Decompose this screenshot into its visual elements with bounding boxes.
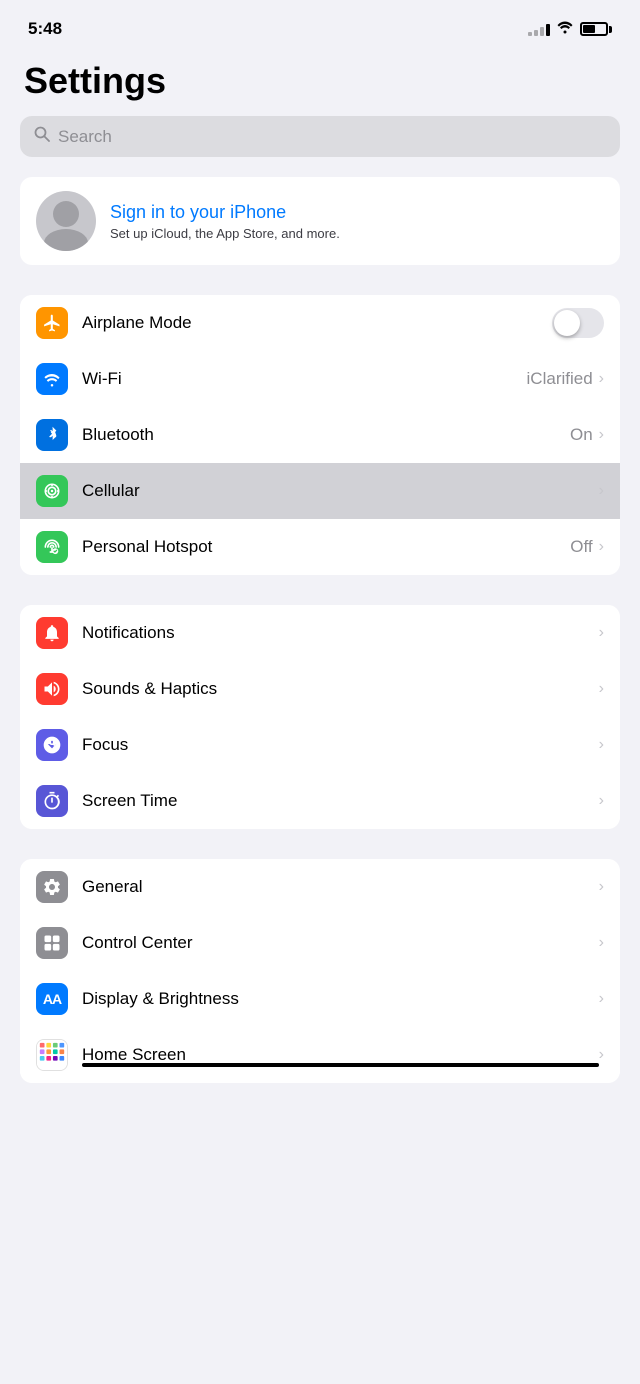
notifications-icon	[36, 617, 68, 649]
focus-icon	[36, 729, 68, 761]
screentime-icon	[36, 785, 68, 817]
airplane-mode-label: Airplane Mode	[82, 313, 552, 333]
wifi-chevron: ›	[599, 370, 604, 388]
page-title: Settings	[0, 50, 640, 116]
notifications-chevron: ›	[599, 624, 604, 642]
wifi-row[interactable]: Wi-Fi iClarified ›	[20, 351, 620, 407]
displaybrightness-label: Display & Brightness	[82, 989, 599, 1009]
search-bar[interactable]: Search	[20, 116, 620, 157]
homescreen-chevron: ›	[599, 1046, 604, 1064]
signal-icon	[528, 22, 550, 36]
cellular-label: Cellular	[82, 481, 599, 501]
hotspot-label: Personal Hotspot	[82, 537, 570, 557]
sounds-row[interactable]: Sounds & Haptics ›	[20, 661, 620, 717]
airplane-mode-toggle[interactable]	[552, 308, 604, 338]
hotspot-chevron: ›	[599, 538, 604, 556]
sounds-chevron: ›	[599, 680, 604, 698]
displaybrightness-icon: AA	[36, 983, 68, 1015]
bluetooth-chevron: ›	[599, 426, 604, 444]
displaybrightness-chevron: ›	[599, 990, 604, 1008]
homescreen-icon	[36, 1039, 68, 1071]
cellular-icon	[36, 475, 68, 507]
bluetooth-value: On	[570, 425, 593, 445]
airplane-mode-icon	[36, 307, 68, 339]
bluetooth-icon	[36, 419, 68, 451]
homescreen-label: Home Screen	[82, 1045, 599, 1065]
battery-icon	[580, 22, 612, 36]
airplane-mode-row[interactable]: Airplane Mode	[20, 295, 620, 351]
focus-label: Focus	[82, 735, 599, 755]
signin-row[interactable]: Sign in to your iPhone Set up iCloud, th…	[20, 177, 620, 265]
connectivity-group: Airplane Mode Wi-Fi iClarified › Bluetoo…	[20, 295, 620, 575]
cellular-row[interactable]: Cellular ›	[20, 463, 620, 519]
display-group: General › Control Center › AA Display & …	[20, 859, 620, 1083]
general-icon	[36, 871, 68, 903]
signin-title: Sign in to your iPhone	[110, 202, 604, 223]
status-icons	[528, 20, 612, 39]
controlcenter-label: Control Center	[82, 933, 599, 953]
focus-chevron: ›	[599, 736, 604, 754]
cellular-chevron: ›	[599, 482, 604, 500]
bluetooth-row[interactable]: Bluetooth On ›	[20, 407, 620, 463]
screentime-chevron: ›	[599, 792, 604, 810]
notifications-row[interactable]: Notifications ›	[20, 605, 620, 661]
displaybrightness-row[interactable]: AA Display & Brightness ›	[20, 971, 620, 1027]
wifi-label: Wi-Fi	[82, 369, 527, 389]
wifi-status-icon	[556, 20, 574, 39]
controlcenter-chevron: ›	[599, 934, 604, 952]
screentime-label: Screen Time	[82, 791, 599, 811]
notifications-group: Notifications › Sounds & Haptics › Focus…	[20, 605, 620, 829]
signin-text: Sign in to your iPhone Set up iCloud, th…	[110, 202, 604, 241]
signin-subtitle: Set up iCloud, the App Store, and more.	[110, 226, 604, 241]
hotspot-icon	[36, 531, 68, 563]
hotspot-row[interactable]: Personal Hotspot Off ›	[20, 519, 620, 575]
general-chevron: ›	[599, 878, 604, 896]
search-icon	[34, 126, 50, 147]
general-label: General	[82, 877, 599, 897]
wifi-icon	[36, 363, 68, 395]
controlcenter-icon	[36, 927, 68, 959]
search-placeholder: Search	[58, 127, 112, 147]
status-bar: 5:48	[0, 0, 640, 50]
status-time: 5:48	[28, 19, 62, 39]
bluetooth-label: Bluetooth	[82, 425, 570, 445]
focus-row[interactable]: Focus ›	[20, 717, 620, 773]
sounds-label: Sounds & Haptics	[82, 679, 599, 699]
notifications-label: Notifications	[82, 623, 599, 643]
wifi-value: iClarified	[527, 369, 593, 389]
avatar	[36, 191, 96, 251]
screentime-row[interactable]: Screen Time ›	[20, 773, 620, 829]
homescreen-row[interactable]: Home Screen ›	[20, 1027, 620, 1083]
general-row[interactable]: General ›	[20, 859, 620, 915]
controlcenter-row[interactable]: Control Center ›	[20, 915, 620, 971]
hotspot-value: Off	[570, 537, 592, 557]
sounds-icon	[36, 673, 68, 705]
